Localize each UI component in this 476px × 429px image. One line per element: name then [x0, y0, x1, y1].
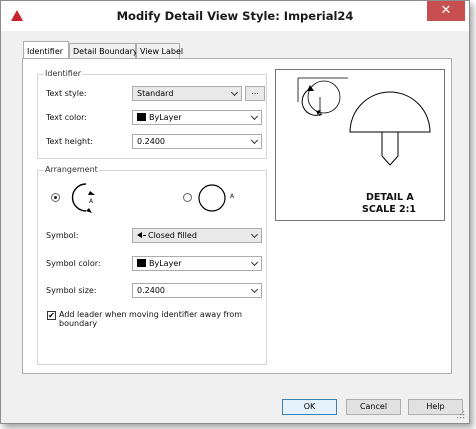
symbol-label: Symbol: — [46, 231, 79, 240]
text-height-value: 0.2400 — [137, 137, 165, 146]
identifier-inside-arrangement-icon — [198, 184, 226, 212]
chevron-down-icon — [250, 285, 259, 294]
symbol-size-combo[interactable]: 0.2400 — [132, 283, 262, 298]
style-preview: DETAIL A SCALE 2:1 — [275, 69, 445, 221]
arrangement-option-2-radio[interactable] — [183, 193, 192, 202]
symbol-color-value: ByLayer — [149, 259, 182, 268]
chevron-down-icon — [230, 88, 239, 97]
arrangement-option-1-letter: A — [89, 198, 94, 205]
chevron-down-icon — [250, 136, 259, 145]
chevron-down-icon — [250, 112, 259, 121]
cancel-button[interactable]: Cancel — [346, 399, 401, 415]
symbol-select[interactable]: Closed filled — [132, 228, 262, 243]
arrangement-group-title: Arrangement — [44, 165, 99, 174]
detail-view-preview-drawing — [297, 77, 431, 166]
chevron-down-icon — [250, 258, 259, 267]
color-swatch-icon — [137, 113, 146, 121]
tab-detail-boundary[interactable]: Detail Boundary — [69, 43, 138, 59]
symbol-color-label: Symbol color: — [46, 259, 101, 268]
symbol-value: Closed filled — [148, 231, 197, 240]
arrangement-option-1-radio[interactable] — [51, 193, 60, 202]
text-style-select[interactable]: Standard — [132, 86, 242, 101]
identifier-group-title: Identifier — [44, 69, 83, 78]
help-button[interactable]: Help — [408, 399, 463, 415]
text-style-browse-button[interactable]: ... — [245, 86, 265, 101]
text-color-label: Text color: — [46, 113, 87, 122]
add-leader-checkbox[interactable]: ✔ — [47, 311, 56, 320]
arrow-stem-icon — [143, 235, 146, 236]
tab-view-label[interactable]: View Label — [136, 43, 183, 59]
closed-filled-arrow-icon — [137, 232, 142, 238]
symbol-color-select[interactable]: ByLayer — [132, 256, 262, 271]
add-leader-label-line1[interactable]: Add leader when moving identifier away f… — [59, 310, 242, 319]
resize-grip-icon[interactable] — [457, 411, 465, 419]
text-height-label: Text height: — [46, 137, 93, 146]
symbol-size-value: 0.2400 — [137, 286, 165, 295]
dialog-window: Modify Detail View Style: Imperial24 ✕ I… — [0, 0, 470, 424]
chevron-down-icon — [250, 230, 259, 239]
identifier-outside-arrangement-icon — [71, 183, 95, 213]
arrangement-option-2-letter: A — [230, 193, 235, 200]
symbol-size-label: Symbol size: — [46, 286, 97, 295]
title-bar[interactable]: Modify Detail View Style: Imperial24 ✕ — [1, 1, 469, 31]
preview-caption-line1: DETAIL A — [366, 192, 414, 203]
tab-identifier[interactable]: Identifier — [23, 41, 69, 59]
text-color-value: ByLayer — [149, 113, 182, 122]
preview-caption-line2: SCALE 2:1 — [362, 204, 417, 215]
add-leader-label-line2[interactable]: boundary — [59, 319, 97, 328]
text-height-combo[interactable]: 0.2400 — [132, 134, 262, 149]
checkmark-icon: ✔ — [48, 311, 55, 320]
close-button[interactable]: ✕ — [427, 1, 465, 21]
text-style-value: Standard — [137, 89, 174, 98]
ok-button[interactable]: OK — [282, 399, 337, 415]
identifier-group: Identifier Text style: Standard ... Text… — [37, 69, 267, 159]
text-style-label: Text style: — [46, 89, 87, 98]
text-color-select[interactable]: ByLayer — [132, 110, 262, 125]
arrangement-group: Arrangement A A Symbol: Closed filled Sy… — [37, 165, 267, 365]
dialog-title: Modify Detail View Style: Imperial24 — [116, 9, 354, 23]
color-swatch-icon — [137, 259, 146, 267]
